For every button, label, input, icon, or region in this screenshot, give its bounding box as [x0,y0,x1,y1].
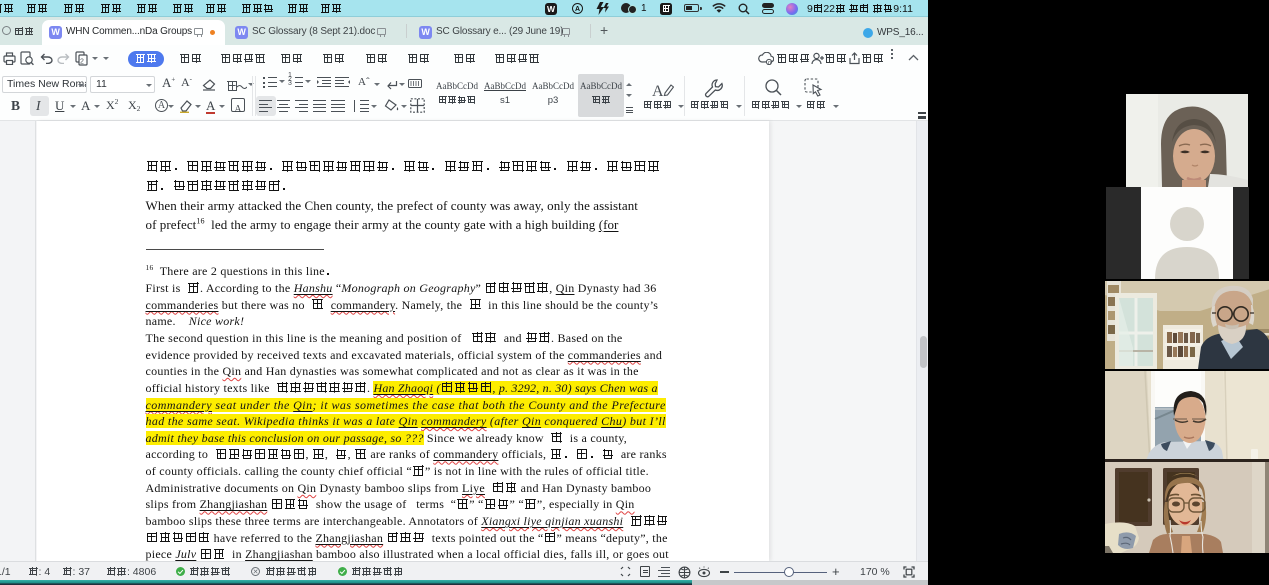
svg-text:2: 2 [80,59,84,66]
svg-text:A: A [652,83,664,100]
